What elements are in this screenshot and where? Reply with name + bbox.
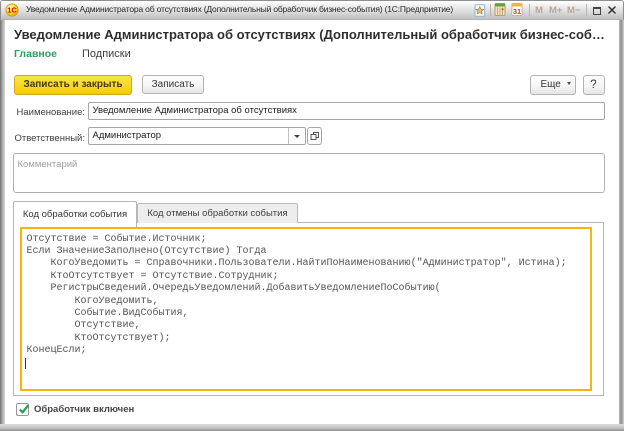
svg-text:1С: 1С — [7, 6, 17, 15]
svg-text:31: 31 — [513, 7, 521, 16]
